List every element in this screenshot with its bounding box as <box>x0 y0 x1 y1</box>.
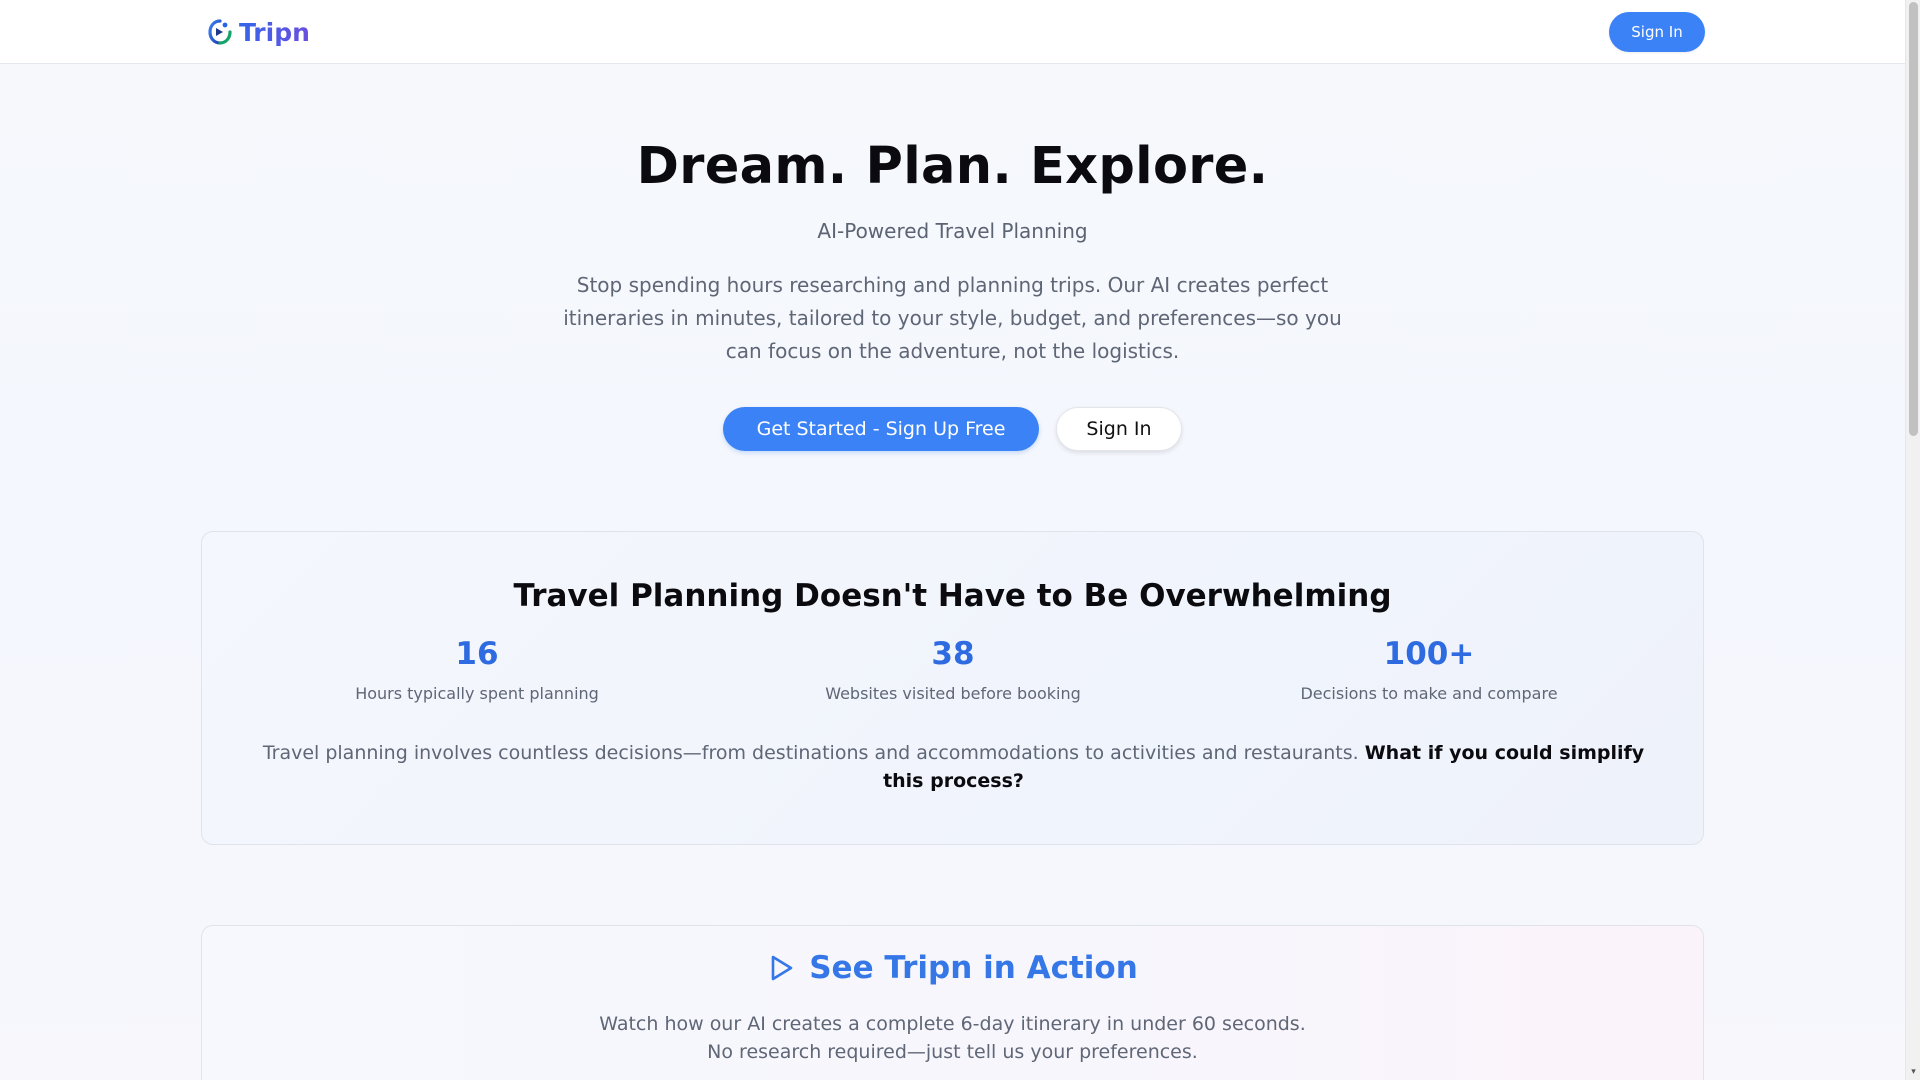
planning-stats-card: Travel Planning Doesn't Have to Be Overw… <box>201 531 1704 845</box>
demo-title-text: See Tripn in Action <box>809 950 1138 986</box>
stats-note-text: Travel planning involves countless decis… <box>262 742 1359 764</box>
header-signin-button[interactable]: Sign In <box>1609 12 1705 52</box>
get-started-button[interactable]: Get Started - Sign Up Free <box>723 407 1039 451</box>
brand-name: Tripn <box>239 17 310 47</box>
demo-description-line: Watch how our AI creates a complete 6-da… <box>599 1013 1306 1035</box>
page-scrollbar[interactable]: ▾ <box>1905 0 1920 1080</box>
demo-title[interactable]: See Tripn in Action <box>202 950 1703 986</box>
stat-label: Websites visited before booking <box>825 684 1081 703</box>
stat-value: 100+ <box>1383 636 1475 672</box>
stat-websites: 38 Websites visited before booking <box>753 636 1153 703</box>
stats-card-title: Travel Planning Doesn't Have to Be Overw… <box>513 578 1392 614</box>
demo-description-line: No research required—just tell us your p… <box>707 1041 1198 1063</box>
demo-description: Watch how our AI creates a complete 6-da… <box>202 1010 1703 1066</box>
scroll-down-arrow-icon[interactable]: ▾ <box>1909 1068 1918 1077</box>
stat-decisions: 100+ Decisions to make and compare <box>1229 636 1629 703</box>
stats-card-note: Travel planning involves countless decis… <box>262 739 1645 795</box>
stat-label: Hours typically spent planning <box>355 684 599 703</box>
scrollbar-thumb[interactable] <box>1909 2 1918 436</box>
top-navbar: Tripn Sign In <box>0 0 1905 64</box>
play-icon <box>767 953 795 983</box>
hero-title: Dream. Plan. Explore. <box>636 137 1269 196</box>
stat-value: 38 <box>931 636 975 672</box>
landing-page: Tripn Sign In Dream. Plan. Explore. AI-P… <box>0 0 1905 1080</box>
hero-signin-button[interactable]: Sign In <box>1056 407 1182 451</box>
hero-description: Stop spending hours researching and plan… <box>563 273 1342 363</box>
hero-subtitle: AI-Powered Travel Planning <box>817 219 1088 243</box>
stat-hours: 16 Hours typically spent planning <box>277 636 677 703</box>
demo-card: See Tripn in Action Watch how our AI cre… <box>201 925 1704 1080</box>
tripn-logo-icon <box>207 18 233 46</box>
stat-label: Decisions to make and compare <box>1300 684 1558 703</box>
stat-value: 16 <box>455 636 499 672</box>
brand-logo[interactable]: Tripn <box>207 16 310 48</box>
